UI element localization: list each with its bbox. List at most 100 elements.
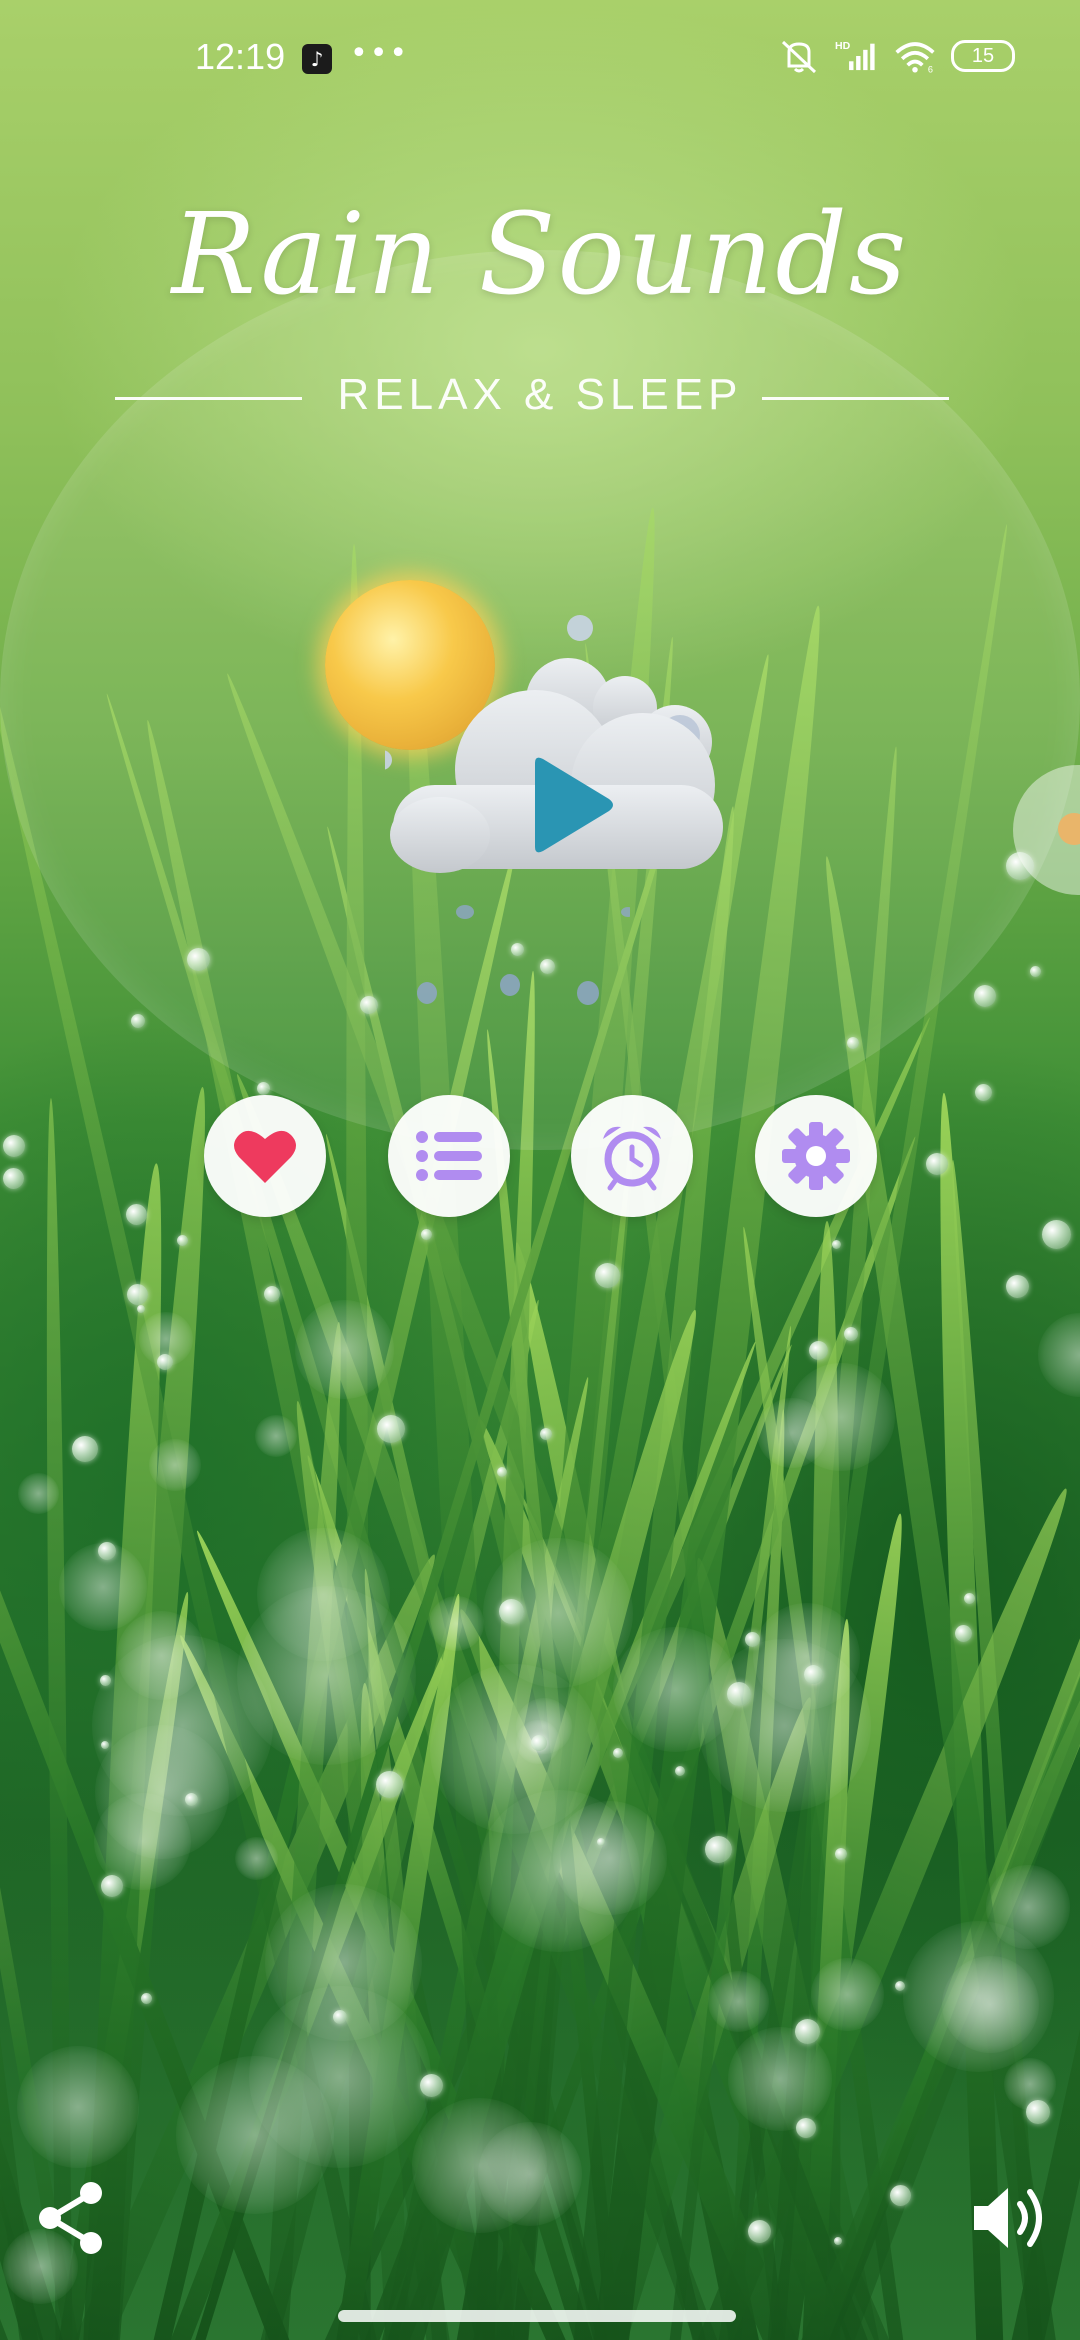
dew-drop xyxy=(1030,966,1041,977)
dew-drop xyxy=(727,1682,751,1706)
dew-drop xyxy=(1006,1275,1029,1298)
dew-drop xyxy=(804,1665,823,1684)
dew-drop xyxy=(127,1284,148,1305)
app-screen: 12:19 ♪ ••• HD 6 15 Rain Sounds RELAX & … xyxy=(0,0,1080,2340)
playlist-button[interactable] xyxy=(388,1095,510,1217)
home-indicator[interactable] xyxy=(338,2310,736,2322)
dew-drop xyxy=(964,1593,975,1604)
tiktok-icon: ♪ xyxy=(302,44,332,74)
alarm-button[interactable] xyxy=(571,1095,693,1217)
mute-icon xyxy=(781,40,817,74)
dew-drop xyxy=(890,2185,911,2206)
subtitle-row: RELAX & SLEEP xyxy=(0,370,1080,430)
bokeh-light xyxy=(149,1439,201,1491)
status-time: 12:19 xyxy=(195,36,286,77)
dew-drop xyxy=(675,1766,685,1776)
dew-drop xyxy=(613,1748,623,1758)
bokeh-light xyxy=(1038,1313,1080,1397)
dew-drop xyxy=(420,2074,443,2097)
bokeh-light xyxy=(903,1921,1054,2072)
dew-drop xyxy=(895,1981,905,1991)
dew-drop xyxy=(975,1084,992,1101)
heart-icon xyxy=(234,1130,296,1183)
dew-drop xyxy=(101,1875,123,1897)
bokeh-light xyxy=(117,1611,206,1700)
dew-drop xyxy=(597,1838,605,1846)
bokeh-light xyxy=(787,1363,895,1471)
bokeh-light xyxy=(257,1528,390,1661)
dew-drop xyxy=(185,1793,198,1806)
more-notifications-icon: ••• xyxy=(350,36,410,71)
dew-drop xyxy=(540,1428,552,1440)
dew-drop xyxy=(264,1286,280,1302)
dew-drop xyxy=(131,1014,145,1028)
bokeh-light xyxy=(295,1300,394,1399)
bokeh-light xyxy=(17,2046,139,2168)
dew-drop xyxy=(595,1263,620,1288)
dew-drop xyxy=(745,1632,760,1647)
share-icon[interactable] xyxy=(36,2180,106,2256)
dew-drop xyxy=(497,1467,507,1477)
battery-icon: 15 xyxy=(951,40,1015,72)
svg-text:6: 6 xyxy=(928,65,933,75)
list-icon xyxy=(416,1131,482,1181)
settings-button[interactable] xyxy=(755,1095,877,1217)
dew-drop xyxy=(421,1229,432,1240)
dew-drop xyxy=(101,1741,109,1749)
gear-icon xyxy=(782,1122,850,1190)
app-title: Rain Sounds xyxy=(171,190,909,320)
hd-signal-icon: HD xyxy=(835,40,875,71)
dew-drop xyxy=(1042,1220,1071,1249)
alarm-clock-icon xyxy=(603,1126,661,1191)
bokeh-light xyxy=(708,1971,769,2032)
dew-drop xyxy=(126,1204,147,1225)
bokeh-light xyxy=(811,1958,884,2031)
dew-drop xyxy=(3,1135,25,1157)
dew-drop xyxy=(3,1168,24,1189)
dew-drop xyxy=(377,1415,405,1443)
dew-drop xyxy=(926,1153,948,1175)
dew-drop xyxy=(796,2118,816,2138)
dew-drop xyxy=(834,2237,842,2245)
dew-drop xyxy=(955,1625,972,1642)
dew-drop xyxy=(1026,2100,1050,2124)
bokeh-light xyxy=(613,1627,738,1752)
dew-drop xyxy=(835,1848,847,1860)
status-bar: 12:19 ♪ ••• HD 6 15 xyxy=(0,0,1080,120)
dew-drop xyxy=(748,2220,771,2243)
subtitle-divider-right xyxy=(762,397,949,400)
dew-drop xyxy=(137,1305,145,1313)
dew-drop xyxy=(177,1235,188,1246)
play-button[interactable] xyxy=(525,755,615,855)
dew-drop xyxy=(531,1735,547,1751)
dew-drop xyxy=(832,1240,841,1249)
dew-drop xyxy=(72,1436,98,1462)
side-drawer-icon xyxy=(1058,813,1080,845)
bokeh-light xyxy=(235,1837,278,1880)
dew-drop xyxy=(98,1542,116,1560)
status-icons: HD 6 15 xyxy=(777,36,1015,76)
favorites-button[interactable] xyxy=(204,1095,326,1217)
dew-drop xyxy=(141,1993,152,2004)
dew-drop xyxy=(499,1599,524,1624)
bokeh-light xyxy=(412,2098,547,2233)
dew-drop xyxy=(157,1354,173,1370)
wifi-icon: 6 xyxy=(895,42,935,75)
bokeh-light xyxy=(255,1415,297,1457)
dew-drop xyxy=(809,1341,828,1360)
subtitle: RELAX & SLEEP xyxy=(337,370,743,419)
svg-text:HD: HD xyxy=(835,40,851,52)
dew-drop xyxy=(333,2010,347,2024)
dew-drop xyxy=(974,985,996,1007)
dew-drop xyxy=(376,1771,403,1798)
bokeh-light xyxy=(18,1473,59,1514)
dew-drop xyxy=(100,1675,111,1686)
volume-icon[interactable] xyxy=(970,2180,1050,2256)
dew-drop xyxy=(795,2019,820,2044)
bokeh-light xyxy=(753,1603,860,1710)
dew-drop xyxy=(705,1836,732,1863)
bokeh-light xyxy=(430,1664,600,1834)
bokeh-light xyxy=(728,2027,832,2131)
dew-drop xyxy=(844,1327,858,1341)
bokeh-light xyxy=(429,1596,484,1651)
